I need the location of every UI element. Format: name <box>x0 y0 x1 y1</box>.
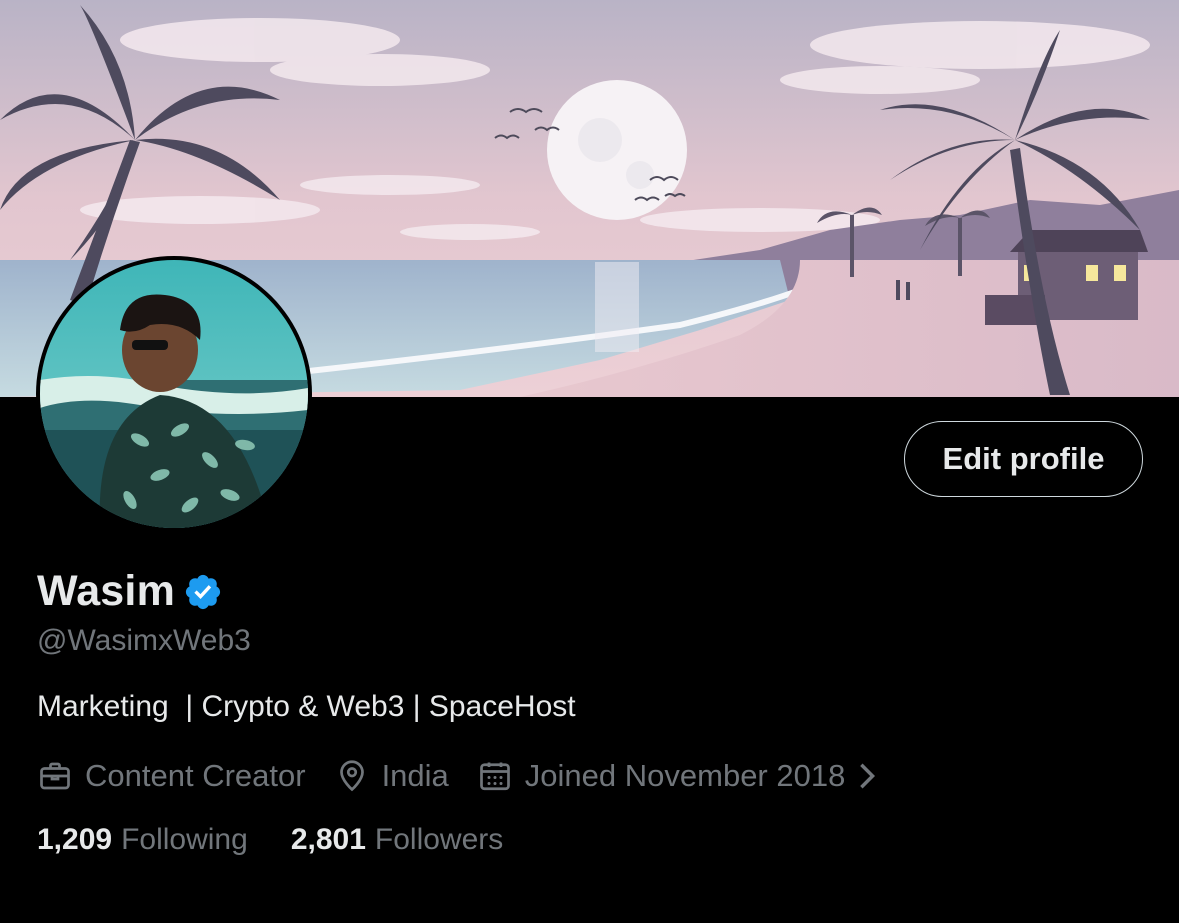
edit-profile-button[interactable]: Edit profile <box>904 421 1143 497</box>
profile-stats: 1,209 Following 2,801 Followers <box>37 823 546 857</box>
location-text: India <box>381 758 449 793</box>
profile-avatar[interactable] <box>36 256 312 532</box>
profile-name-row: Wasim <box>37 567 223 616</box>
joined-text: Joined November 2018 <box>524 758 846 793</box>
profile-meta: Content Creator India Joined November 20… <box>37 756 907 796</box>
followers-count: 2,801 <box>290 823 366 856</box>
following-count: 1,209 <box>37 823 113 856</box>
location-pin-icon <box>334 758 370 794</box>
calendar-icon <box>477 758 513 794</box>
profile-handle: @WasimxWeb3 <box>37 624 251 657</box>
location-item: India <box>334 758 449 794</box>
following-label: Following <box>121 823 248 856</box>
avatar-photo <box>40 260 308 528</box>
following-link[interactable]: 1,209 Following <box>37 823 248 857</box>
profession-text: Content Creator <box>85 758 306 793</box>
followers-label: Followers <box>374 823 504 856</box>
profession-item: Content Creator <box>37 758 306 794</box>
briefcase-icon <box>37 758 73 794</box>
display-name: Wasim <box>37 567 175 615</box>
followers-link[interactable]: 2,801 Followers <box>291 823 503 857</box>
verified-badge-icon[interactable] <box>183 572 223 612</box>
joined-item[interactable]: Joined November 2018 <box>477 758 880 794</box>
profile-bio: Marketing | Crypto & Web3 | SpaceHost <box>37 690 576 723</box>
chevron-right-icon[interactable] <box>855 761 879 791</box>
